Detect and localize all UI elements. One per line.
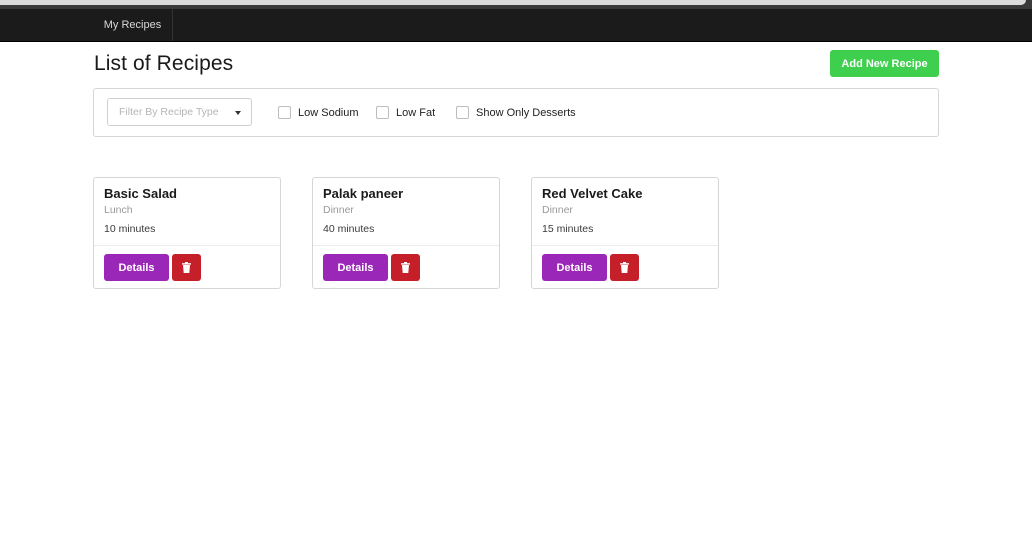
trash-icon — [182, 262, 191, 273]
recipe-time: 15 minutes — [542, 223, 594, 235]
low-sodium-checkbox[interactable]: Low Sodium — [278, 89, 359, 136]
card-divider — [532, 245, 718, 246]
delete-button[interactable] — [391, 254, 420, 281]
navbar-brand[interactable]: My Recipes — [93, 9, 173, 41]
recipe-type: Dinner — [323, 204, 354, 216]
details-button[interactable]: Details — [542, 254, 607, 281]
recipe-name: Red Velvet Cake — [542, 186, 643, 201]
recipe-card: Palak paneer Dinner 40 minutes Details — [312, 177, 500, 289]
details-button[interactable]: Details — [104, 254, 169, 281]
navbar: My Recipes — [0, 9, 1032, 42]
checkbox-icon[interactable] — [376, 106, 389, 119]
recipe-name: Palak paneer — [323, 186, 404, 201]
low-fat-label: Low Fat — [396, 106, 436, 119]
recipe-time: 10 minutes — [104, 223, 156, 235]
low-fat-checkbox[interactable]: Low Fat — [376, 89, 435, 136]
page-title: List of Recipes — [94, 52, 234, 75]
caret-down-icon — [235, 111, 241, 115]
trash-icon — [401, 262, 410, 273]
add-new-recipe-button[interactable]: Add New Recipe — [830, 50, 939, 77]
recipe-type: Dinner — [542, 204, 573, 216]
delete-button[interactable] — [610, 254, 639, 281]
card-divider — [94, 245, 280, 246]
checkbox-icon[interactable] — [456, 106, 469, 119]
low-sodium-label: Low Sodium — [298, 106, 359, 119]
card-divider — [313, 245, 499, 246]
checkbox-icon[interactable] — [278, 106, 291, 119]
recipe-type-select[interactable]: Filter By Recipe Type — [107, 98, 252, 126]
show-only-desserts-checkbox[interactable]: Show Only Desserts — [456, 89, 576, 136]
window-top-edge — [0, 0, 1032, 9]
trash-icon — [620, 262, 629, 273]
recipe-card: Red Velvet Cake Dinner 15 minutes Detail… — [531, 177, 719, 289]
delete-button[interactable] — [172, 254, 201, 281]
recipe-card: Basic Salad Lunch 10 minutes Details — [93, 177, 281, 289]
window-frame — [0, 0, 1026, 5]
recipe-name: Basic Salad — [104, 186, 177, 201]
recipe-type: Lunch — [104, 204, 133, 216]
recipe-type-placeholder: Filter By Recipe Type — [119, 106, 219, 118]
details-button[interactable]: Details — [323, 254, 388, 281]
show-only-desserts-label: Show Only Desserts — [476, 106, 576, 119]
filter-bar: Filter By Recipe Type Low Sodium Low Fat… — [93, 88, 939, 137]
recipe-time: 40 minutes — [323, 223, 375, 235]
